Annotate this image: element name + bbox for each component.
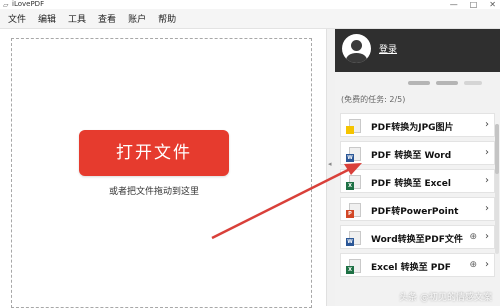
tool-item-excel-to-pdf[interactable]: X Excel 转换至 PDF ⊕ ›	[340, 253, 495, 277]
minimize-icon[interactable]: —	[450, 0, 458, 9]
menu-help[interactable]: 帮助	[158, 12, 176, 25]
watermark-text: 头条 @初见的情感文案	[399, 293, 492, 303]
tool-item-pdf-to-excel[interactable]: X PDF 转换至 Excel ›	[340, 169, 495, 193]
chevron-right-icon: ›	[485, 231, 489, 242]
tool-label: PDF转PowerPoint	[371, 207, 459, 217]
tool-label: PDF 转换至 Excel	[371, 179, 451, 189]
chevron-right-icon: ›	[485, 119, 489, 130]
panel-scrollbar[interactable]	[495, 124, 499, 254]
open-file-button[interactable]: 打开文件	[79, 130, 229, 176]
tool-label: Word转换至PDF文件	[371, 235, 463, 245]
menu-bar: 文件 编辑 工具 查看 账户 帮助	[0, 9, 500, 29]
login-link[interactable]: 登录	[379, 42, 397, 55]
pdf-to-jpg-icon	[346, 119, 361, 134]
app-logo-icon: ▱	[3, 1, 9, 9]
tool-item-word-to-pdf[interactable]: W Word转换至PDF文件 ⊕ ›	[340, 225, 495, 249]
collapse-panel-icon[interactable]: ◂	[328, 160, 332, 168]
menu-tools[interactable]: 工具	[68, 12, 86, 25]
tool-label: PDF转换为JPG图片	[371, 123, 454, 133]
tool-list: PDF转换为JPG图片 › W PDF 转换至 Word › X PDF 转换至…	[340, 113, 495, 281]
tool-item-pdf-to-powerpoint[interactable]: P PDF转PowerPoint ›	[340, 197, 495, 221]
tool-item-pdf-to-word[interactable]: W PDF 转换至 Word ›	[340, 141, 495, 165]
menu-edit[interactable]: 编辑	[38, 12, 56, 25]
chevron-right-icon: ›	[485, 259, 489, 270]
task-usage-indicator	[408, 81, 482, 85]
menu-file[interactable]: 文件	[8, 12, 26, 25]
maximize-icon[interactable]: □	[470, 0, 478, 9]
pdf-to-powerpoint-icon: P	[346, 203, 361, 218]
menu-view[interactable]: 查看	[98, 12, 116, 25]
window-controls: — □ ✕	[450, 0, 496, 9]
tools-panel: 登录 (免费的任务: 2/5) PDF转换为JPG图片 › W PDF 转换至 …	[335, 29, 500, 306]
tool-label: PDF 转换至 Word	[371, 151, 452, 161]
pdf-to-word-icon: W	[346, 147, 361, 162]
tool-item-pdf-to-jpg[interactable]: PDF转换为JPG图片 ›	[340, 113, 495, 137]
main-area: 打开文件 或者把文件拖动到这里	[0, 29, 335, 308]
chevron-right-icon: ›	[485, 175, 489, 186]
word-to-pdf-icon: W	[346, 231, 361, 246]
drop-hint-text: 或者把文件拖动到这里	[108, 187, 199, 197]
chevron-right-icon: ›	[485, 147, 489, 158]
title-bar: ▱ iLovePDF — □ ✕	[0, 0, 500, 9]
tool-label: Excel 转换至 PDF	[371, 263, 451, 273]
chevron-right-icon: ›	[485, 203, 489, 214]
excel-to-pdf-icon: X	[346, 259, 361, 274]
window-title: iLovePDF	[12, 0, 45, 8]
account-header: 登录	[335, 29, 500, 72]
globe-icon: ⊕	[469, 232, 477, 242]
avatar[interactable]	[342, 34, 371, 63]
pdf-to-excel-icon: X	[346, 175, 361, 190]
close-icon[interactable]: ✕	[489, 0, 496, 9]
globe-icon: ⊕	[469, 260, 477, 270]
free-tasks-counter: (免费的任务: 2/5)	[341, 95, 406, 104]
menu-account[interactable]: 账户	[128, 12, 146, 25]
